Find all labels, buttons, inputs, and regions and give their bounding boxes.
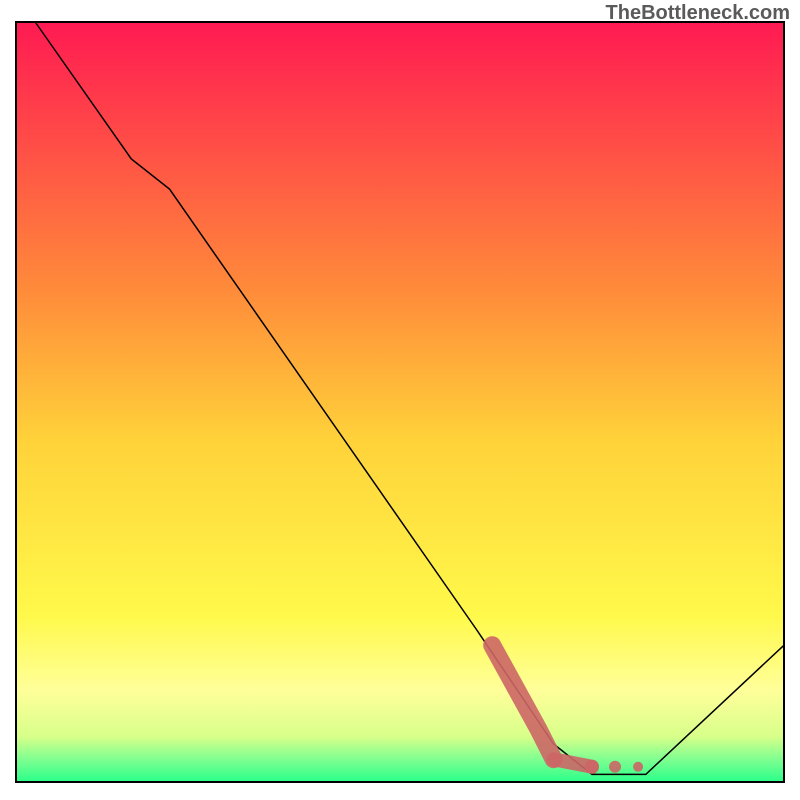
bottleneck-chart (0, 0, 800, 800)
gradient-background (16, 22, 784, 782)
watermark-text: TheBottleneck.com (606, 2, 790, 25)
chart-container: TheBottleneck.com (0, 0, 800, 800)
